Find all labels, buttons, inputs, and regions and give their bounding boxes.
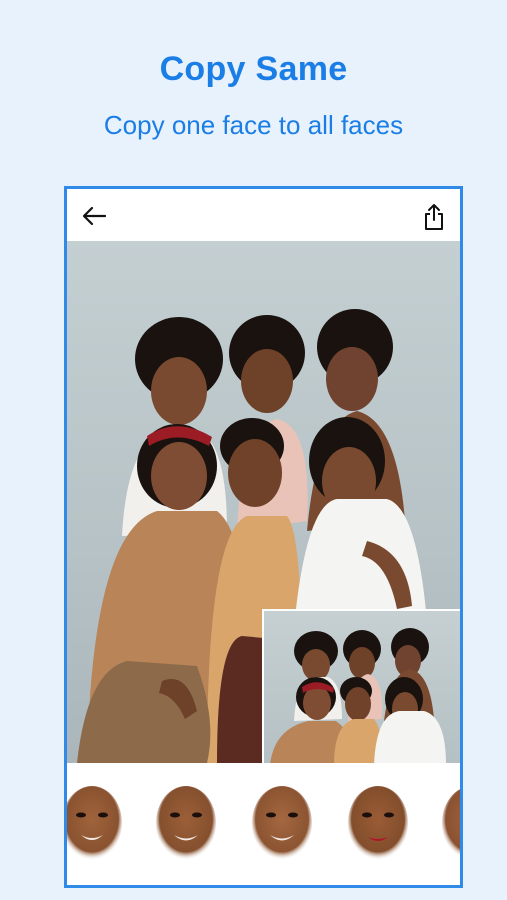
- face-thumbnail-2[interactable]: [155, 785, 217, 863]
- app-screenshot-frame: [64, 186, 463, 888]
- face-icon: [156, 786, 216, 860]
- face-icon: [252, 786, 312, 860]
- face-icon: [442, 789, 460, 857]
- inset-photo-illustration: [270, 628, 446, 763]
- face-thumbnail-5[interactable]: [441, 785, 460, 863]
- page-subtitle: Copy one face to all faces: [103, 110, 404, 140]
- arrow-left-icon: [82, 206, 107, 226]
- main-group-photo[interactable]: [67, 241, 460, 763]
- page-title: Copy Same: [159, 50, 348, 88]
- face-selection-strip: [67, 763, 460, 885]
- face-thumbnail-1[interactable]: [67, 785, 123, 863]
- top-toolbar: [67, 189, 460, 241]
- face-thumbnail-4[interactable]: [347, 785, 409, 863]
- face-icon: [67, 786, 122, 860]
- share-button[interactable]: [422, 203, 446, 231]
- face-thumbnail-3[interactable]: [251, 785, 313, 863]
- face-icon: [348, 786, 408, 860]
- share-icon: [425, 204, 443, 230]
- back-button[interactable]: [81, 205, 107, 227]
- original-photo-inset[interactable]: [262, 609, 460, 763]
